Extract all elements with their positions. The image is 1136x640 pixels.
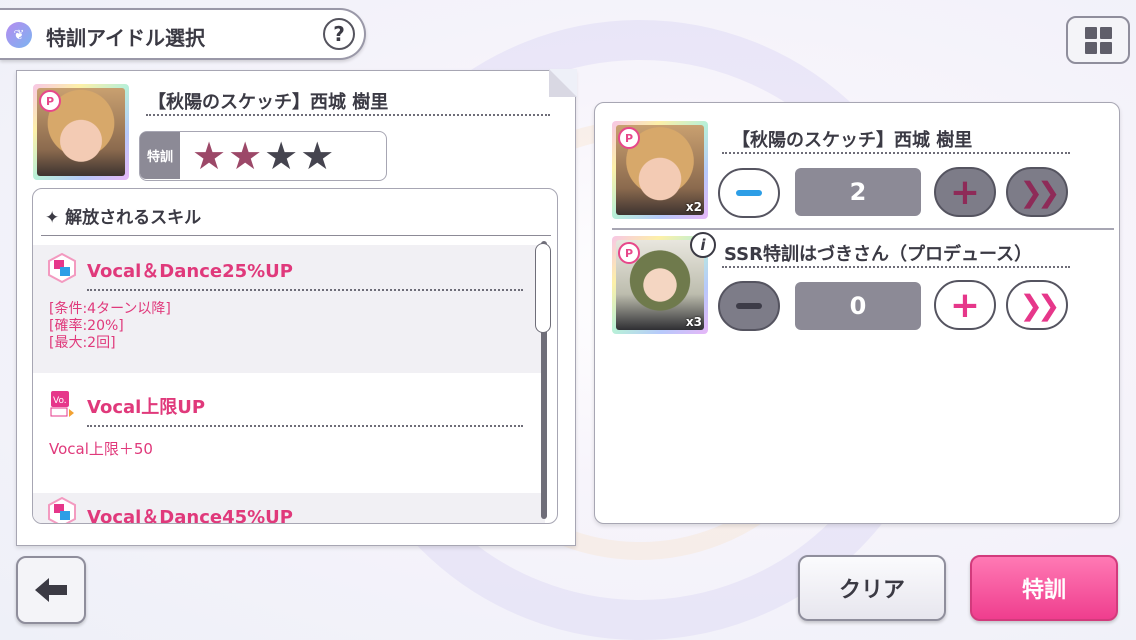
vocal-cap-skill-icon: Vo. [50,391,74,417]
minus-icon [736,303,762,309]
skill-description: [条件:4ターン以降] [確率:20%] [最大:2回] [49,301,171,351]
info-icon[interactable]: i [690,232,716,258]
grid-menu-button[interactable] [1066,16,1130,64]
skill-item[interactable]: Vo. Vocal上限UP Vocal上限＋50 [33,375,545,491]
svg-text:Vo.: Vo. [53,396,67,406]
training-label: 特訓 [140,132,180,179]
material-portrait[interactable]: P x2 [616,125,704,215]
plus-icon: + [949,284,981,326]
selected-idol-name: 【秋陽のスケッチ】西城 樹里 [148,92,389,113]
star-empty-icon: ★ [264,134,299,178]
produce-badge-icon: P [618,127,640,149]
double-chevron-icon: ❯❯ [1019,288,1061,322]
double-chevron-icon: ❯❯ [1019,175,1061,209]
star-filled-icon: ★ [192,134,227,178]
owned-count: x3 [685,315,702,329]
skill-name: Vocal＆Dance45%UP [87,507,293,524]
skill-name: Vocal＆Dance25%UP [87,261,293,282]
back-button[interactable] [16,556,86,624]
skill-description: Vocal上限＋50 [49,440,153,458]
material-underline [722,266,1070,268]
star-empty-icon: ★ [300,134,335,178]
plus-icon: + [949,171,981,213]
grid-icon-cell [1084,26,1097,39]
train-button[interactable]: 特訓 [970,555,1118,621]
row-divider [612,228,1114,230]
grid-icon-cell [1099,41,1112,54]
skill-underline [87,289,523,291]
skill-name: Vocal上限UP [87,397,206,418]
decrease-button[interactable] [718,281,780,331]
material-portrait[interactable]: P x3 [616,240,704,330]
training-stars: ★ ★ ★ ★ [192,136,334,176]
quantity-display: 2 [795,168,921,216]
grid-icon-cell [1099,26,1112,39]
vocal-dance-skill-icon [48,253,76,283]
increase-button[interactable]: + [934,280,996,330]
help-button[interactable]: ? [323,18,355,50]
training-level-box: 特訓 ★ ★ ★ ★ [139,131,387,181]
vocal-dance-skill-icon [48,497,76,523]
material-underline [722,152,1070,154]
panel-fold-corner [549,69,577,97]
max-button[interactable]: ❯❯ [1006,167,1068,217]
skill-item[interactable]: Vocal＆Dance45%UP [33,493,545,524]
decrease-button[interactable] [718,168,780,218]
name-underline [146,114,550,116]
clear-button[interactable]: クリア [798,555,946,621]
skills-divider [41,235,551,236]
star-filled-icon: ★ [228,134,263,178]
owned-count: x2 [685,200,702,214]
material-name: SSR特訓はづきさん（プロデュース） [724,244,1033,265]
back-arrow-icon [35,578,67,602]
quantity-display: 0 [795,282,921,330]
increase-button[interactable]: + [934,167,996,217]
produce-badge-icon: P [39,90,61,112]
grid-icon-cell [1084,41,1097,54]
produce-badge-icon: P [618,242,640,264]
selected-idol-portrait[interactable]: P [37,88,125,176]
unlocked-skills-list[interactable]: ✦ 解放されるスキル Vocal＆Dance25%UP [条件:4ターン以降] … [32,188,558,524]
skill-item[interactable]: Vocal＆Dance25%UP [条件:4ターン以降] [確率:20%] [最… [33,245,545,373]
title-bar: ❦ 特訓アイドル選択 ? [0,8,366,60]
training-feather-icon: ❦ [6,22,32,48]
max-button[interactable]: ❯❯ [1006,280,1068,330]
skills-heading: ✦ 解放されるスキル [45,208,202,228]
page-title: 特訓アイドル選択 [46,26,205,50]
minus-icon [736,190,762,196]
skill-underline [87,425,523,427]
material-name: 【秋陽のスケッチ】西城 樹里 [732,130,973,151]
skills-scrollbar-thumb[interactable] [535,243,551,333]
